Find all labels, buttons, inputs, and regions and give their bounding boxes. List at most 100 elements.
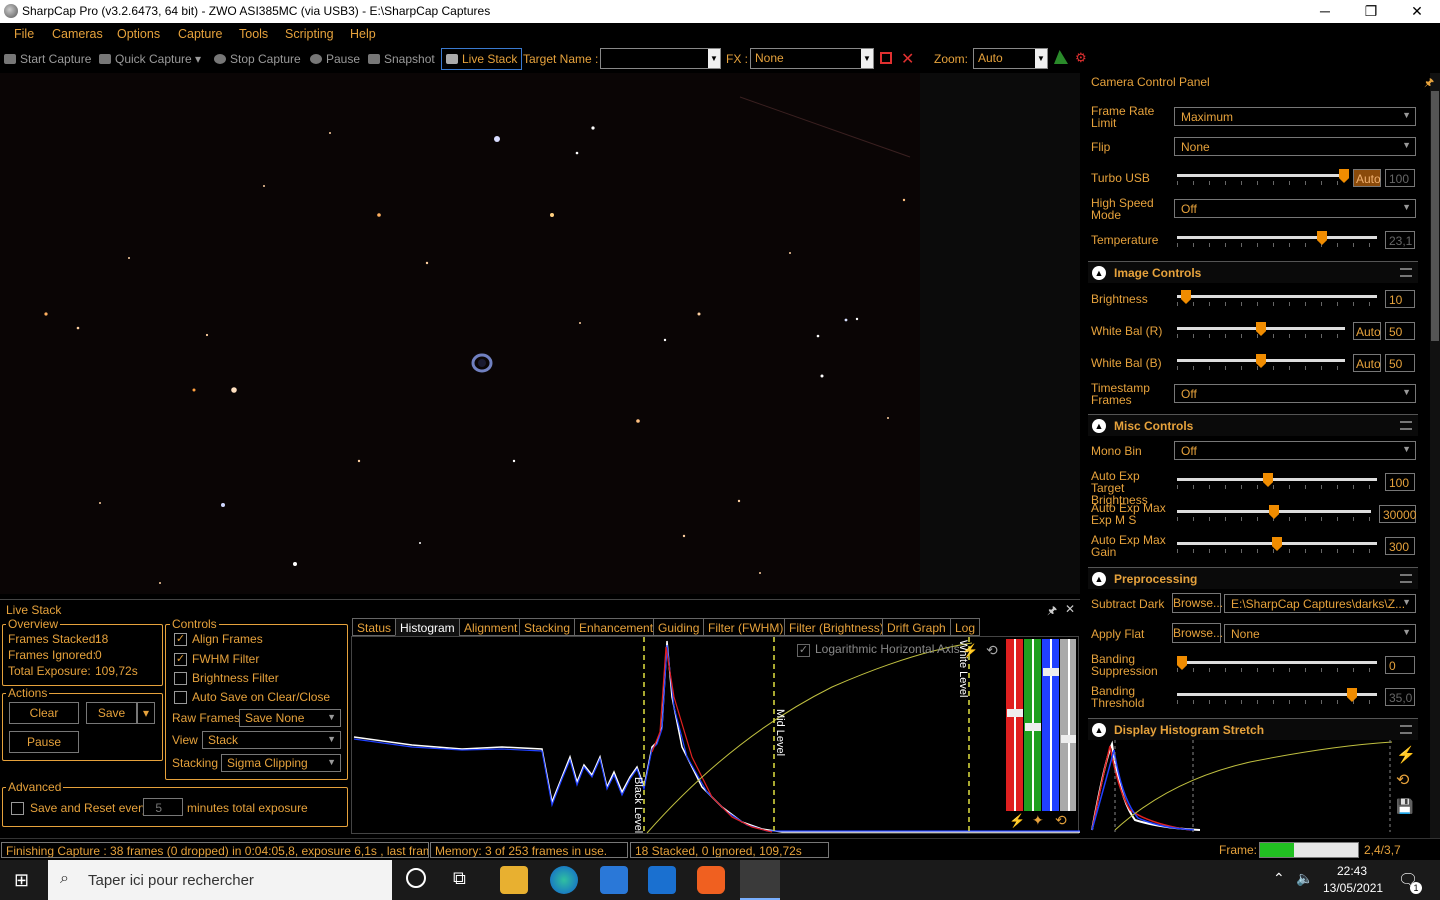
- save-reset-checkbox[interactable]: [11, 802, 24, 815]
- target-name-input[interactable]: ▼: [600, 48, 721, 69]
- maximize-button[interactable]: ❐: [1348, 0, 1394, 23]
- auto-stretch-icon[interactable]: ⚡: [962, 643, 978, 659]
- tab-alignment[interactable]: Alignment: [459, 618, 523, 636]
- apply-flat-select[interactable]: None ▼: [1224, 624, 1416, 643]
- clear-button[interactable]: Clear: [9, 702, 79, 724]
- zoom-select[interactable]: Auto ▼: [973, 48, 1048, 69]
- collapse-icon[interactable]: ▲: [1092, 266, 1106, 280]
- save-stretch-icon[interactable]: 💾: [1396, 798, 1413, 815]
- tab-filter-fwhm[interactable]: Filter (FWHM): [703, 618, 789, 636]
- browse-dark-button[interactable]: Browse...: [1172, 593, 1223, 613]
- frame-rate-select[interactable]: Maximum ▼: [1174, 107, 1416, 126]
- fwhm-filter-checkbox[interactable]: ✓: [174, 653, 187, 666]
- tab-drift-graph[interactable]: Drift Graph: [882, 618, 951, 636]
- clock-time[interactable]: 22:43: [1337, 864, 1367, 878]
- menu-icon[interactable]: [1400, 725, 1412, 734]
- close-window-button[interactable]: ✕: [1394, 0, 1440, 23]
- turbo-usb-value[interactable]: 100: [1385, 169, 1415, 187]
- pause-button[interactable]: Pause: [310, 52, 360, 66]
- collapse-icon[interactable]: ▲: [1092, 419, 1106, 433]
- menu-help[interactable]: Help: [350, 27, 376, 41]
- mail-icon[interactable]: [648, 866, 676, 894]
- live-stack-button[interactable]: Live Stack: [441, 48, 523, 70]
- tab-log[interactable]: Log: [950, 618, 981, 636]
- wb-r-value[interactable]: 50: [1385, 322, 1415, 340]
- stacking-select[interactable]: Sigma Clipping ▼: [221, 754, 341, 772]
- preprocessing-header[interactable]: ▲ Preprocessing: [1088, 567, 1418, 589]
- store-icon[interactable]: [600, 866, 628, 894]
- wb-r-slider[interactable]: [1177, 322, 1345, 338]
- subtract-dark-select[interactable]: E:\SharpCap Captures\darks\Z... ▼: [1224, 594, 1416, 613]
- image-controls-header[interactable]: ▲ Image Controls: [1088, 261, 1418, 283]
- collapse-icon[interactable]: ▲: [1092, 572, 1106, 586]
- file-explorer-icon[interactable]: [500, 866, 528, 894]
- menu-file[interactable]: File: [14, 27, 34, 41]
- view-select[interactable]: Stack ▼: [202, 731, 341, 749]
- banding-thresh-slider[interactable]: [1177, 688, 1377, 704]
- tab-filter-brightness[interactable]: Filter (Brightness): [784, 618, 889, 636]
- quick-capture-button[interactable]: Quick Capture ▾: [99, 52, 201, 66]
- tab-stacking[interactable]: Stacking: [519, 618, 576, 636]
- edge-icon[interactable]: [550, 866, 578, 894]
- turbo-usb-auto-button[interactable]: Auto: [1353, 169, 1381, 187]
- auto-exp-max-ms-slider[interactable]: [1177, 505, 1371, 521]
- browse-flat-button[interactable]: Browse...: [1172, 623, 1223, 643]
- menu-options[interactable]: Options: [117, 27, 160, 41]
- menu-icon[interactable]: [1400, 268, 1412, 277]
- collapse-icon[interactable]: ▲: [1092, 723, 1106, 737]
- high-speed-select[interactable]: Off ▼: [1174, 199, 1416, 218]
- tab-enhancement[interactable]: Enhancement: [574, 618, 659, 636]
- menu-scripting[interactable]: Scripting: [285, 27, 334, 41]
- panel-scrollbar[interactable]: [1430, 73, 1440, 838]
- sharpcap-taskbar-icon[interactable]: [740, 860, 780, 900]
- menu-capture[interactable]: Capture: [178, 27, 222, 41]
- tab-status[interactable]: Status: [352, 618, 397, 636]
- banding-supp-slider[interactable]: [1177, 656, 1377, 672]
- tab-guiding[interactable]: Guiding: [653, 618, 705, 636]
- stop-capture-button[interactable]: Stop Capture: [214, 52, 301, 66]
- auto-exp-target-slider[interactable]: [1177, 473, 1377, 489]
- chevron-up-icon[interactable]: ⌃: [1273, 870, 1285, 887]
- brightness-filter-checkbox[interactable]: [174, 672, 187, 685]
- windows-start-icon[interactable]: ⊞: [14, 870, 34, 890]
- histogram-icon[interactable]: [1054, 50, 1068, 64]
- save-button[interactable]: Save: [86, 702, 137, 724]
- image-viewer[interactable]: [0, 73, 920, 594]
- volume-icon[interactable]: 🔈: [1296, 870, 1313, 887]
- save-dropdown-button[interactable]: ▾: [137, 702, 155, 724]
- auto-save-checkbox[interactable]: [174, 691, 187, 704]
- channel-star-icon[interactable]: ✦: [1032, 812, 1044, 829]
- cortana-icon[interactable]: [406, 868, 426, 888]
- display-stretch-header[interactable]: ▲ Display Histogram Stretch: [1088, 718, 1418, 740]
- brightness-value[interactable]: 10: [1385, 290, 1415, 308]
- wb-r-auto-button[interactable]: Auto: [1353, 322, 1381, 340]
- wb-b-value[interactable]: 50: [1385, 354, 1415, 372]
- minutes-stepper[interactable]: 5: [143, 798, 183, 816]
- channel-sliders[interactable]: [1006, 639, 1076, 811]
- stretch-histogram[interactable]: [1090, 740, 1394, 832]
- brightness-slider[interactable]: [1177, 290, 1377, 306]
- snapshot-button[interactable]: Snapshot: [368, 52, 435, 66]
- pin-icon[interactable]: 🖈: [1047, 602, 1057, 621]
- channel-auto-icon[interactable]: ⚡: [1009, 813, 1025, 829]
- crosshair-icon[interactable]: ✕: [901, 49, 914, 69]
- misc-controls-header[interactable]: ▲ Misc Controls: [1088, 414, 1418, 436]
- auto-stretch-icon[interactable]: ⚡: [1396, 745, 1416, 765]
- auto-exp-max-gain-value[interactable]: 300: [1385, 537, 1415, 555]
- tab-histogram[interactable]: Histogram: [395, 618, 460, 636]
- fx-select[interactable]: None ▼: [750, 48, 874, 69]
- auto-exp-max-gain-slider[interactable]: [1177, 537, 1377, 553]
- pin-icon[interactable]: 🖈: [1424, 74, 1434, 93]
- clock-date[interactable]: 13/05/2021: [1323, 881, 1383, 895]
- stack-histogram[interactable]: ✓ Logarithmic Horizontal Axis Black Leve…: [351, 636, 1080, 835]
- channel-reset-icon[interactable]: ⟲: [1055, 812, 1067, 829]
- start-capture-button[interactable]: Start Capture: [4, 52, 91, 66]
- flip-select[interactable]: None ▼: [1174, 137, 1416, 156]
- task-view-icon[interactable]: ⧉: [453, 868, 466, 889]
- raw-frames-select[interactable]: Save None ▼: [239, 709, 341, 727]
- log-axis-checkbox[interactable]: ✓: [797, 644, 810, 657]
- taskbar-search[interactable]: ⌕ Taper ici pour rechercher: [48, 860, 392, 900]
- pause-stack-button[interactable]: Pause: [9, 731, 79, 753]
- auto-exp-target-value[interactable]: 100: [1385, 473, 1415, 491]
- minimize-button[interactable]: ─: [1302, 0, 1348, 23]
